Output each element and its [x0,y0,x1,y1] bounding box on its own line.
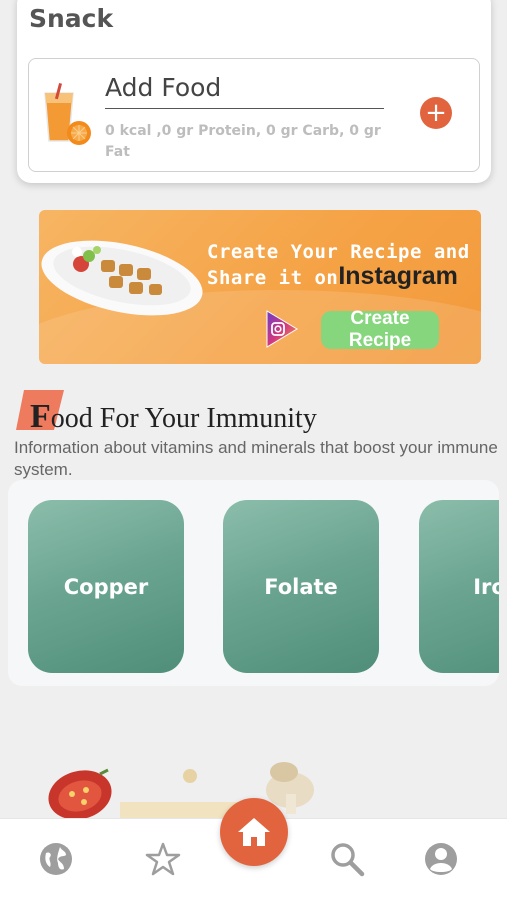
search-icon[interactable] [329,841,365,877]
add-food-button[interactable]: + [420,97,452,129]
instagram-play-icon [266,310,298,348]
home-icon [238,818,270,846]
add-food-box[interactable]: Add Food 0 kcal ,0 gr Protein, 0 gr Carb… [28,58,480,172]
macro-summary: 0 kcal ,0 gr Protein, 0 gr Carb, 0 gr Fa… [105,123,381,160]
create-recipe-banner[interactable]: Create Your Recipe and Share it onInstag… [39,210,481,364]
add-food-label[interactable]: Add Food [105,73,384,109]
profile-icon[interactable] [423,841,459,877]
immunity-section-subtitle: Information about vitamins and minerals … [14,438,498,479]
nutrient-cards-carousel[interactable]: Copper Folate Iron [8,480,499,686]
title-rest: ood For Your Immunity [50,403,317,434]
title-first-letter: F [30,398,51,435]
nutrient-card-iron[interactable]: Iron [419,500,499,673]
nutrient-card-copper[interactable]: Copper [28,500,184,673]
home-button[interactable] [220,798,288,866]
nutrient-card-folate[interactable]: Folate [223,500,379,673]
nutrient-card-label: Copper [63,574,149,599]
banner-line2: Share it on [207,267,339,289]
star-icon[interactable] [145,841,181,877]
globe-icon[interactable] [38,841,74,877]
banner-line1: Create Your Recipe and [207,241,470,263]
banner-headline: Create Your Recipe and Share it onInstag… [207,240,477,290]
snack-title: Snack [29,4,114,33]
banner-instagram-label: Instagram [338,262,458,290]
create-recipe-button[interactable]: Create Recipe [321,308,439,351]
nutrient-card-label: Folate [264,574,338,599]
food-plate-image [41,240,203,316]
immunity-section-title: Food For Your Immunity [30,398,317,436]
nutrient-card-label: Iron [473,574,499,599]
juice-icon [44,83,91,145]
snack-card: Snack Add Food 0 kcal ,0 gr Protein, 0 g… [17,0,491,183]
